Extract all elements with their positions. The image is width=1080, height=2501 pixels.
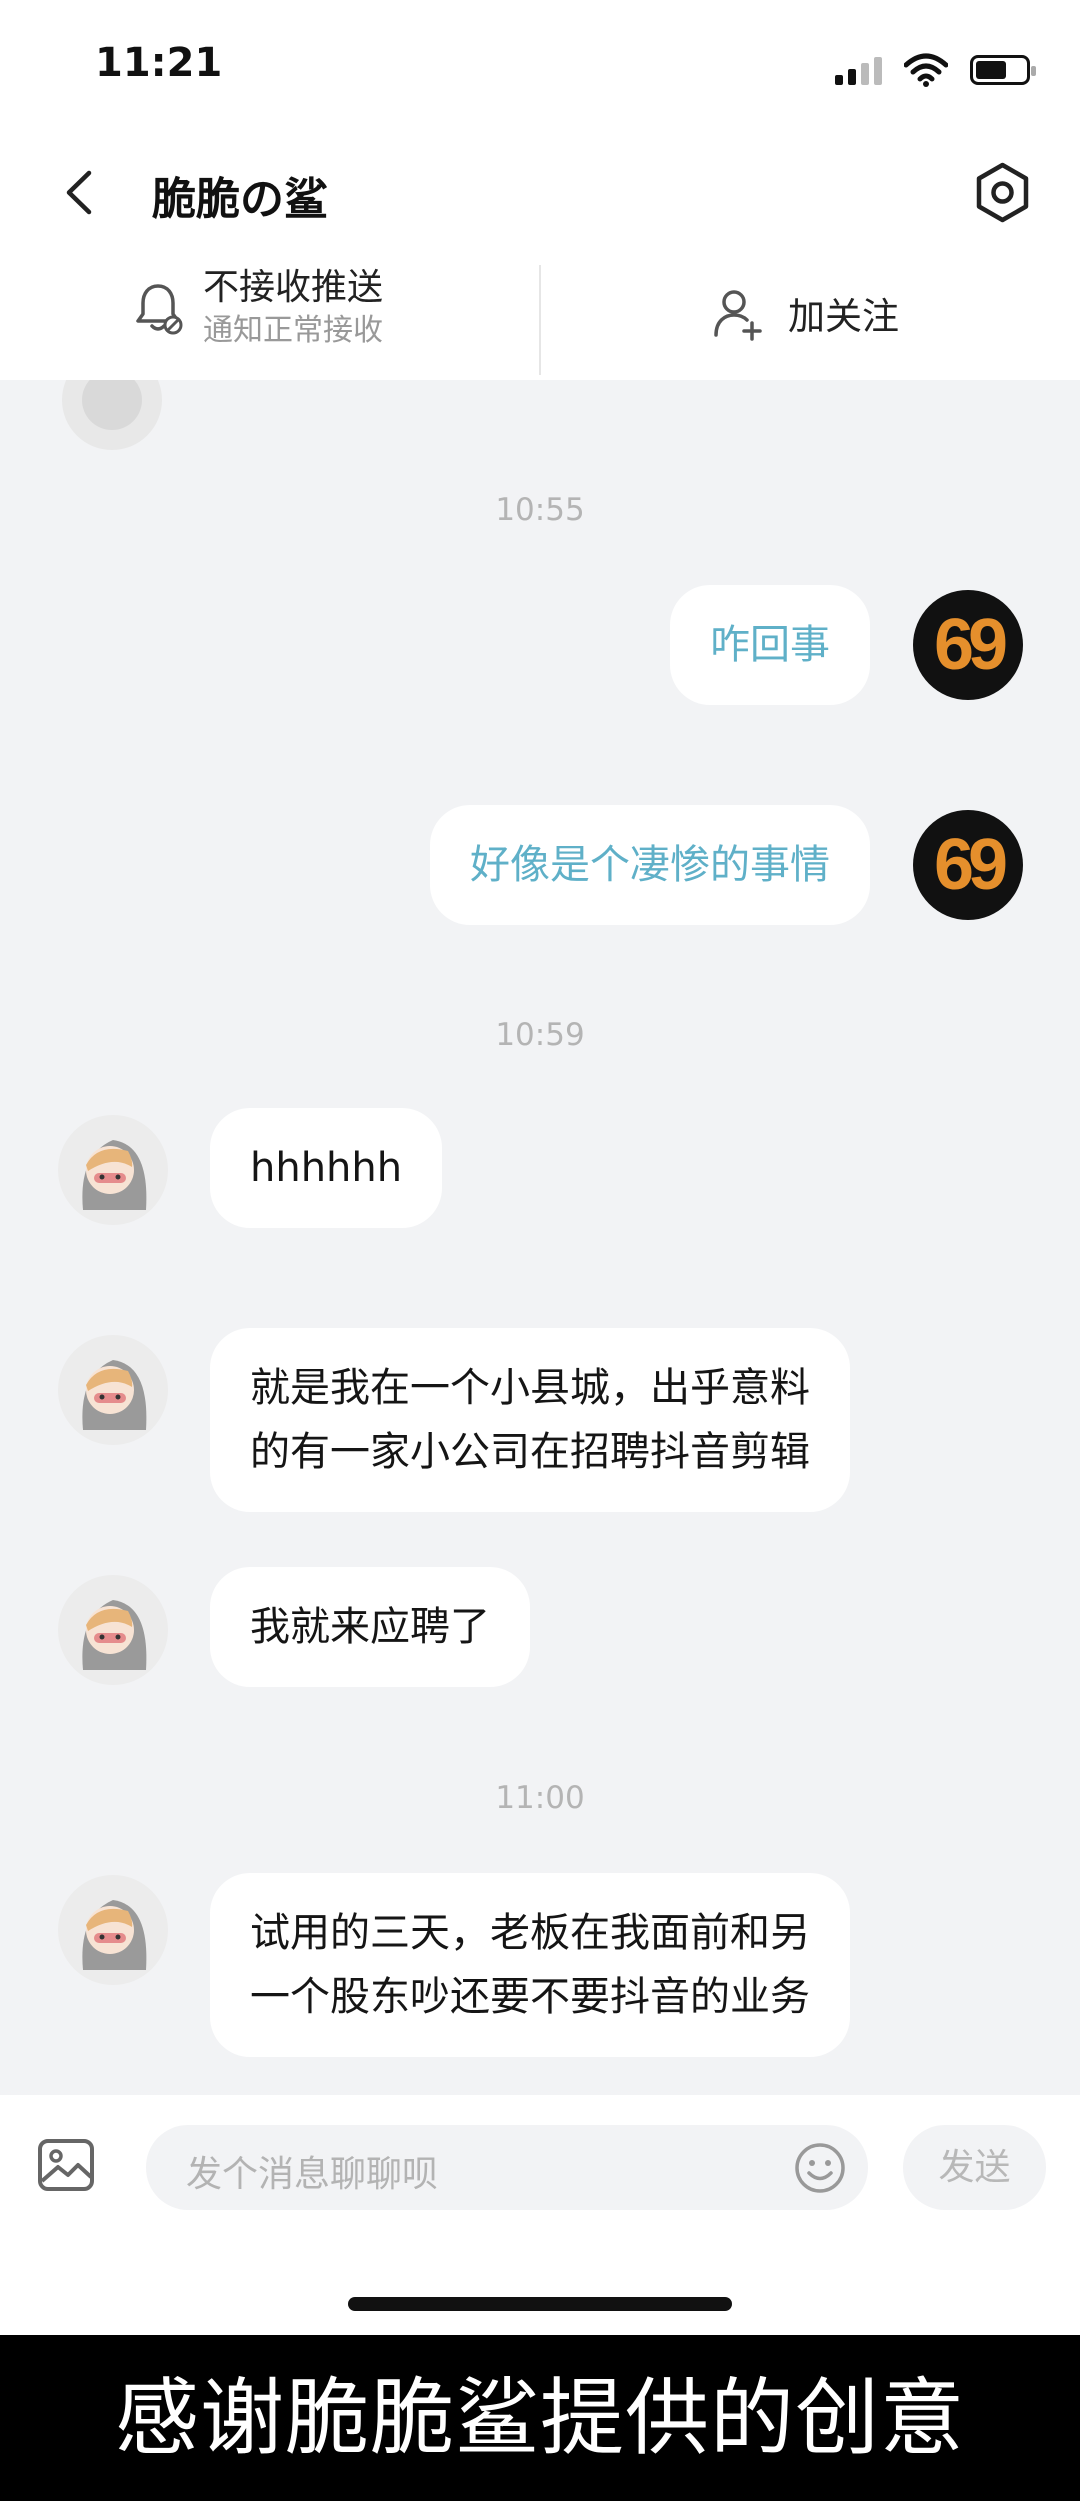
message-line: 就是我在一个小县城，出乎意料 (250, 1365, 810, 1411)
emoji-icon[interactable] (792, 2140, 848, 2196)
message-bubble-incoming[interactable]: 我就来应聘了 (210, 1567, 530, 1687)
follow-button[interactable]: 加关注 (710, 285, 899, 341)
message-bubble-incoming[interactable]: hhhhhh (210, 1108, 443, 1228)
timestamp: 11:00 (495, 1780, 585, 1816)
settings-icon[interactable] (970, 160, 1035, 225)
subscription-bar: 不接收推送 通知正常接收 加关注 (0, 245, 1080, 380)
avatar-illustration (82, 1140, 147, 1210)
wifi-icon (904, 53, 948, 87)
image-icon[interactable] (36, 2135, 96, 2195)
message-input[interactable]: 发个消息聊聊呗 (146, 2125, 868, 2210)
caption-banner: 感谢脆脆鲨提供的创意 (0, 2335, 1080, 2501)
push-label: 不接收推送 (203, 267, 384, 308)
avatar-illustration (82, 1600, 147, 1670)
avatar[interactable] (58, 1335, 168, 1445)
push-sublabel: 通知正常接收 (203, 313, 383, 348)
add-user-icon (714, 290, 762, 341)
avatar[interactable] (62, 380, 162, 450)
timestamp: 10:55 (495, 492, 585, 528)
timestamp: 10:59 (495, 1017, 585, 1053)
avatar[interactable] (58, 1875, 168, 1985)
battery-icon (970, 55, 1036, 85)
push-toggle[interactable]: 不接收推送 通知正常接收 (128, 265, 383, 351)
push-text: 不接收推送 通知正常接收 (203, 265, 383, 351)
avatar[interactable] (58, 1115, 168, 1225)
follow-label: 加关注 (788, 295, 899, 338)
status-icons (835, 50, 1036, 90)
avatar[interactable]: 69 (913, 810, 1023, 920)
message-bubble-outgoing[interactable]: 好像是个凄惨的事情 (430, 805, 870, 925)
message-bubble-incoming[interactable]: 就是我在一个小县城，出乎意料 的有一家小公司在招聘抖音剪辑 (210, 1328, 850, 1512)
avatar-label: 69 (933, 825, 1008, 905)
message-line: 一个股东吵还要不要抖音的业务 (250, 1974, 810, 2020)
message-placeholder: 发个消息聊聊呗 (186, 2154, 439, 2195)
avatar-illustration (82, 1360, 147, 1430)
bell-off-icon (136, 284, 183, 335)
divider (539, 265, 541, 375)
avatar[interactable]: 69 (913, 590, 1023, 700)
send-button[interactable]: 发送 (903, 2125, 1046, 2210)
chat-area[interactable]: 10:55 咋回事 69 好像是个凄惨的事情 69 10:59 hhhhhh 就… (0, 380, 1080, 2095)
home-indicator[interactable] (348, 2297, 732, 2311)
status-bar: 11:21 (0, 0, 1080, 140)
chat-header: 脆脆の鲨 (0, 140, 1080, 245)
page-title: 脆脆の鲨 (152, 174, 328, 225)
cellular-signal-icon (835, 55, 882, 85)
message-bubble-incoming[interactable]: 试用的三天，老板在我面前和另 一个股东吵还要不要抖音的业务 (210, 1873, 850, 2057)
back-icon[interactable] (55, 165, 105, 220)
avatar-illustration (82, 1900, 147, 1970)
avatar-label: 69 (933, 605, 1008, 685)
message-bubble-outgoing[interactable]: 咋回事 (670, 585, 870, 705)
message-line: 的有一家小公司在招聘抖音剪辑 (250, 1429, 810, 1475)
message-line: 试用的三天，老板在我面前和另 (250, 1910, 810, 1956)
avatar[interactable] (58, 1575, 168, 1685)
status-time: 11:21 (95, 40, 223, 86)
